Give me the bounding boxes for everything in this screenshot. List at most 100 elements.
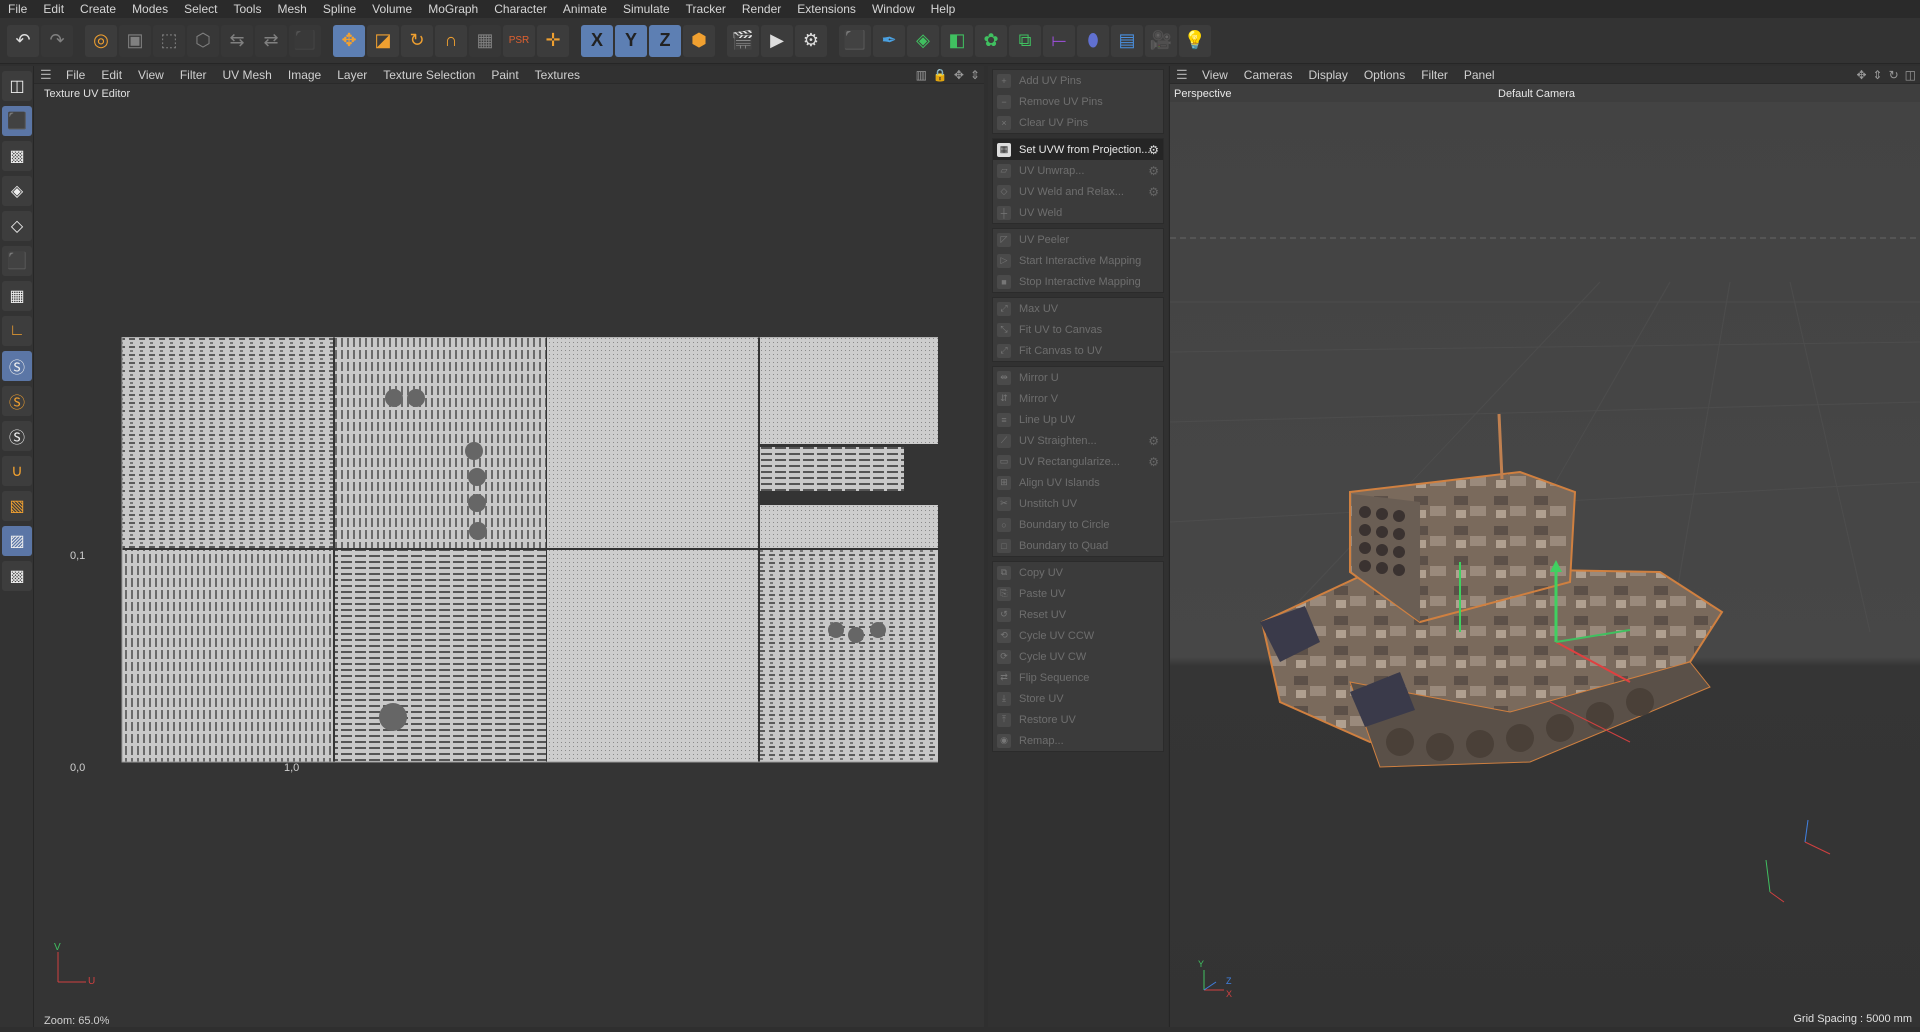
cube-icon[interactable]: ⬛	[839, 24, 871, 57]
coordinate-system-icon[interactable]: ⬢	[683, 24, 715, 57]
move-icon[interactable]: ✥	[333, 24, 365, 57]
remove-uv-pins-button[interactable]: − Remove UV Pins	[993, 91, 1163, 112]
maximize-view-icon[interactable]: ◫	[1905, 68, 1916, 82]
menu-create[interactable]: Create	[72, 2, 124, 16]
max-uv-button[interactable]: ⤢ Max UV	[993, 298, 1163, 319]
menu-mograph[interactable]: MoGraph	[420, 2, 486, 16]
move-view-icon[interactable]: ✥	[1856, 68, 1866, 82]
ring-selection-icon[interactable]: ⇄	[255, 24, 287, 57]
polygon-selection-icon[interactable]: ⬡	[187, 24, 219, 57]
snap-icon[interactable]: ∩	[435, 24, 467, 57]
zoom-view-icon[interactable]: ⇕	[1873, 68, 1883, 82]
planar-workplane-icon[interactable]: ▩	[2, 561, 32, 591]
uv-menu-file[interactable]: File	[58, 68, 93, 82]
menu-file[interactable]: File	[0, 2, 35, 16]
vp-menu-filter[interactable]: Filter	[1413, 68, 1456, 82]
hamburger-icon[interactable]: ☰	[40, 67, 58, 83]
uv-mode-icon[interactable]: ▦	[2, 281, 32, 311]
menu-tracker[interactable]: Tracker	[678, 2, 734, 16]
undo-icon[interactable]: ↶	[7, 24, 39, 57]
unstitch-uv-button[interactable]: ✂ Unstitch UV	[993, 493, 1163, 514]
fill-selection-icon[interactable]: ⬛	[289, 24, 321, 57]
menu-mesh[interactable]: Mesh	[269, 2, 314, 16]
lasso-selection-icon[interactable]: ⬚	[153, 24, 185, 57]
copy-uv-button[interactable]: ⧉ Copy UV	[993, 562, 1163, 583]
clear-uv-pins-button[interactable]: × Clear UV Pins	[993, 112, 1163, 133]
uv-menu-view[interactable]: View	[130, 68, 172, 82]
vp-menu-panel[interactable]: Panel	[1456, 68, 1503, 82]
fit-canvas-to-uv-button[interactable]: ⤢ Fit Canvas to UV	[993, 340, 1163, 361]
snapping-icon[interactable]: ∪	[2, 456, 32, 486]
boundary-to-quad-button[interactable]: □ Boundary to Quad	[993, 535, 1163, 556]
uv-layout-canvas[interactable]	[88, 337, 938, 763]
uv-menu-layer[interactable]: Layer	[329, 68, 375, 82]
menu-modes[interactable]: Modes	[124, 2, 176, 16]
flip-sequence-button[interactable]: ⇄ Flip Sequence	[993, 667, 1163, 688]
uv-menu-paint[interactable]: Paint	[483, 68, 526, 82]
start-interactive-mapping-button[interactable]: ▷ Start Interactive Mapping	[993, 250, 1163, 271]
rotate-view-icon[interactable]: ↻	[1889, 68, 1899, 82]
remap-button[interactable]: ◉ Remap...	[993, 730, 1163, 751]
uv-menu-textures[interactable]: Textures	[527, 68, 588, 82]
lock-icon[interactable]: 🔒	[933, 68, 948, 82]
extrude-icon[interactable]: ◧	[941, 24, 973, 57]
solo-off-icon[interactable]: Ⓢ	[2, 351, 32, 381]
box-selection-icon[interactable]: ▣	[119, 24, 151, 57]
menu-volume[interactable]: Volume	[364, 2, 420, 16]
redo-icon[interactable]: ↷	[41, 24, 73, 57]
zoom-icon[interactable]: ⇕	[970, 68, 980, 82]
menu-edit[interactable]: Edit	[35, 2, 72, 16]
uv-menu-texture-selection[interactable]: Texture Selection	[375, 68, 483, 82]
uv-menu-edit[interactable]: Edit	[93, 68, 130, 82]
histogram-icon[interactable]: ▥	[916, 68, 927, 82]
render-settings-icon[interactable]: ⚙	[795, 24, 827, 57]
uv-weld-and-relax-button[interactable]: ◇ UV Weld and Relax... ⚙	[993, 181, 1163, 202]
uv-peeler-button[interactable]: ◸ UV Peeler	[993, 229, 1163, 250]
loop-selection-icon[interactable]: ⇆	[221, 24, 253, 57]
solo-hierarchy-icon[interactable]: Ⓢ	[2, 421, 32, 451]
vp-menu-view[interactable]: View	[1194, 68, 1236, 82]
texture-mode-icon[interactable]: ▩	[2, 141, 32, 171]
uv-straighten-button[interactable]: ⟋ UV Straighten... ⚙	[993, 430, 1163, 451]
vp-menu-options[interactable]: Options	[1356, 68, 1413, 82]
boundary-to-circle-button[interactable]: ○ Boundary to Circle	[993, 514, 1163, 535]
vp-menu-cameras[interactable]: Cameras	[1236, 68, 1301, 82]
y-axis-icon[interactable]: Y	[615, 24, 647, 57]
gear-icon[interactable]: ⚙	[1148, 164, 1159, 178]
gear-icon[interactable]: ⚙	[1148, 455, 1159, 469]
menu-select[interactable]: Select	[176, 2, 225, 16]
vp-menu-display[interactable]: Display	[1300, 68, 1355, 82]
solo-single-icon[interactable]: Ⓢ	[2, 386, 32, 416]
active-camera-label[interactable]: Default Camera	[1498, 88, 1575, 100]
pen-icon[interactable]: ✒	[873, 24, 905, 57]
hamburger-icon[interactable]: ☰	[1176, 67, 1194, 83]
cycle-uv-ccw-button[interactable]: ⟲ Cycle UV CCW	[993, 625, 1163, 646]
deformer-icon[interactable]: ⟝	[1043, 24, 1075, 57]
gear-icon[interactable]: ⚙	[1148, 185, 1159, 199]
gear-icon[interactable]: ⚙	[1148, 143, 1159, 157]
render-view-icon[interactable]: ▶	[761, 24, 793, 57]
menu-help[interactable]: Help	[923, 2, 964, 16]
floor-icon[interactable]: ▤	[1111, 24, 1143, 57]
restore-uv-button[interactable]: ⤒ Restore UV	[993, 709, 1163, 730]
workplane-grid-icon[interactable]: ▧	[2, 491, 32, 521]
fit-uv-to-canvas-button[interactable]: ⤡ Fit UV to Canvas	[993, 319, 1163, 340]
menu-tools[interactable]: Tools	[225, 2, 269, 16]
camera-icon[interactable]: 🎥	[1145, 24, 1177, 57]
pan-icon[interactable]: ✥	[954, 68, 964, 82]
perspective-viewport[interactable]: ☰ View Cameras Display Options Filter Pa…	[1169, 66, 1920, 1027]
menu-render[interactable]: Render	[734, 2, 789, 16]
x-axis-icon[interactable]: X	[581, 24, 613, 57]
set-uvw-from-projection-button[interactable]: ▦ Set UVW from Projection... ⚙	[993, 139, 1163, 160]
mirror-v-button[interactable]: ⇵ Mirror V	[993, 388, 1163, 409]
menu-extensions[interactable]: Extensions	[789, 2, 864, 16]
menu-spline[interactable]: Spline	[315, 2, 364, 16]
uv-menu-image[interactable]: Image	[280, 68, 329, 82]
array-icon[interactable]: ✿	[975, 24, 1007, 57]
uv-unwrap-button[interactable]: ▱ UV Unwrap... ⚙	[993, 160, 1163, 181]
align-uv-islands-button[interactable]: ⊞ Align UV Islands	[993, 472, 1163, 493]
uv-menu-uv-mesh[interactable]: UV Mesh	[215, 68, 280, 82]
polygons-mode-icon[interactable]: ⬛	[2, 246, 32, 276]
cloner-icon[interactable]: ⧉	[1009, 24, 1041, 57]
workplane-axis-icon[interactable]: ∟	[2, 316, 32, 346]
